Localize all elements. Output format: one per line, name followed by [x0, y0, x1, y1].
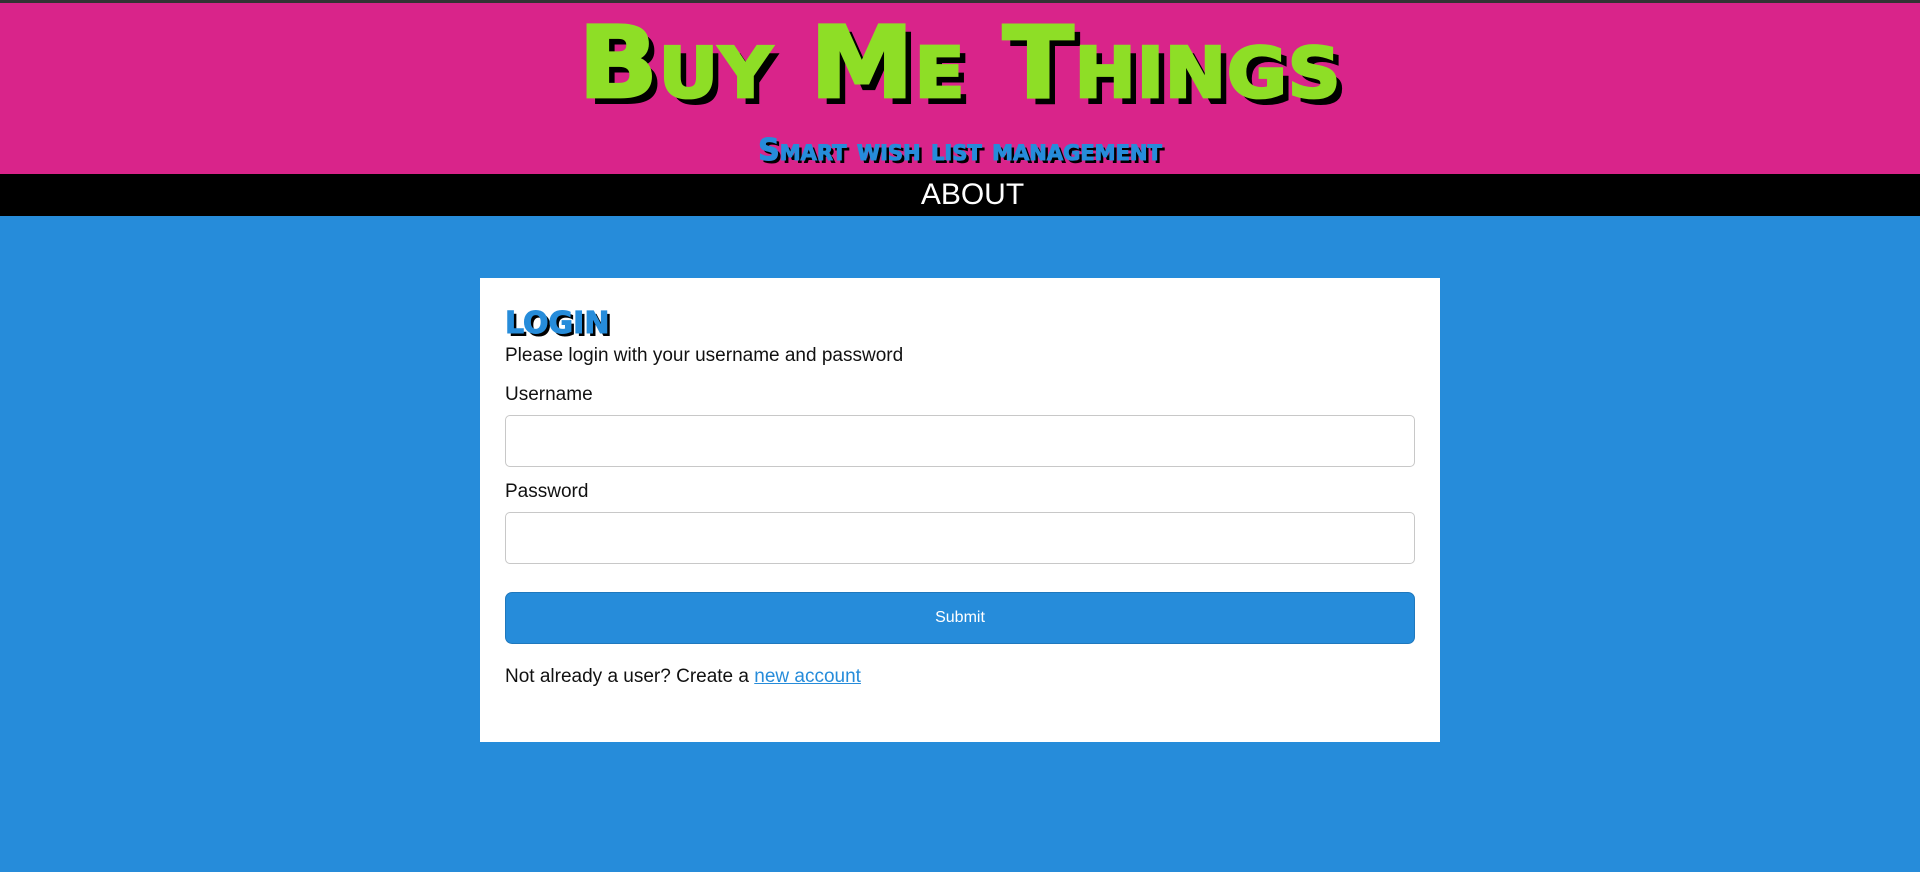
signup-line: Not already a user? Create a new account: [505, 663, 1415, 691]
login-card: LOGIN Please login with your username an…: [480, 278, 1440, 742]
login-instructions: Please login with your username and pass…: [505, 345, 904, 366]
username-label: Username: [505, 384, 593, 405]
username-input[interactable]: [505, 415, 1415, 467]
site-header: Buy Me Things Smart wish list management: [0, 3, 1920, 174]
new-account-link[interactable]: new account: [754, 666, 861, 687]
password-label: Password: [505, 481, 589, 502]
main-nav: ABOUT: [0, 174, 1920, 216]
password-input[interactable]: [505, 512, 1415, 564]
submit-button[interactable]: Submit: [505, 592, 1415, 644]
site-subtitle: Smart wish list management: [758, 133, 1163, 169]
nav-item-about[interactable]: ABOUT: [921, 174, 1024, 216]
login-heading: LOGIN: [505, 306, 610, 342]
site-title: Buy Me Things: [577, 5, 1342, 121]
signup-prompt: Not already a user? Create a: [505, 666, 755, 687]
